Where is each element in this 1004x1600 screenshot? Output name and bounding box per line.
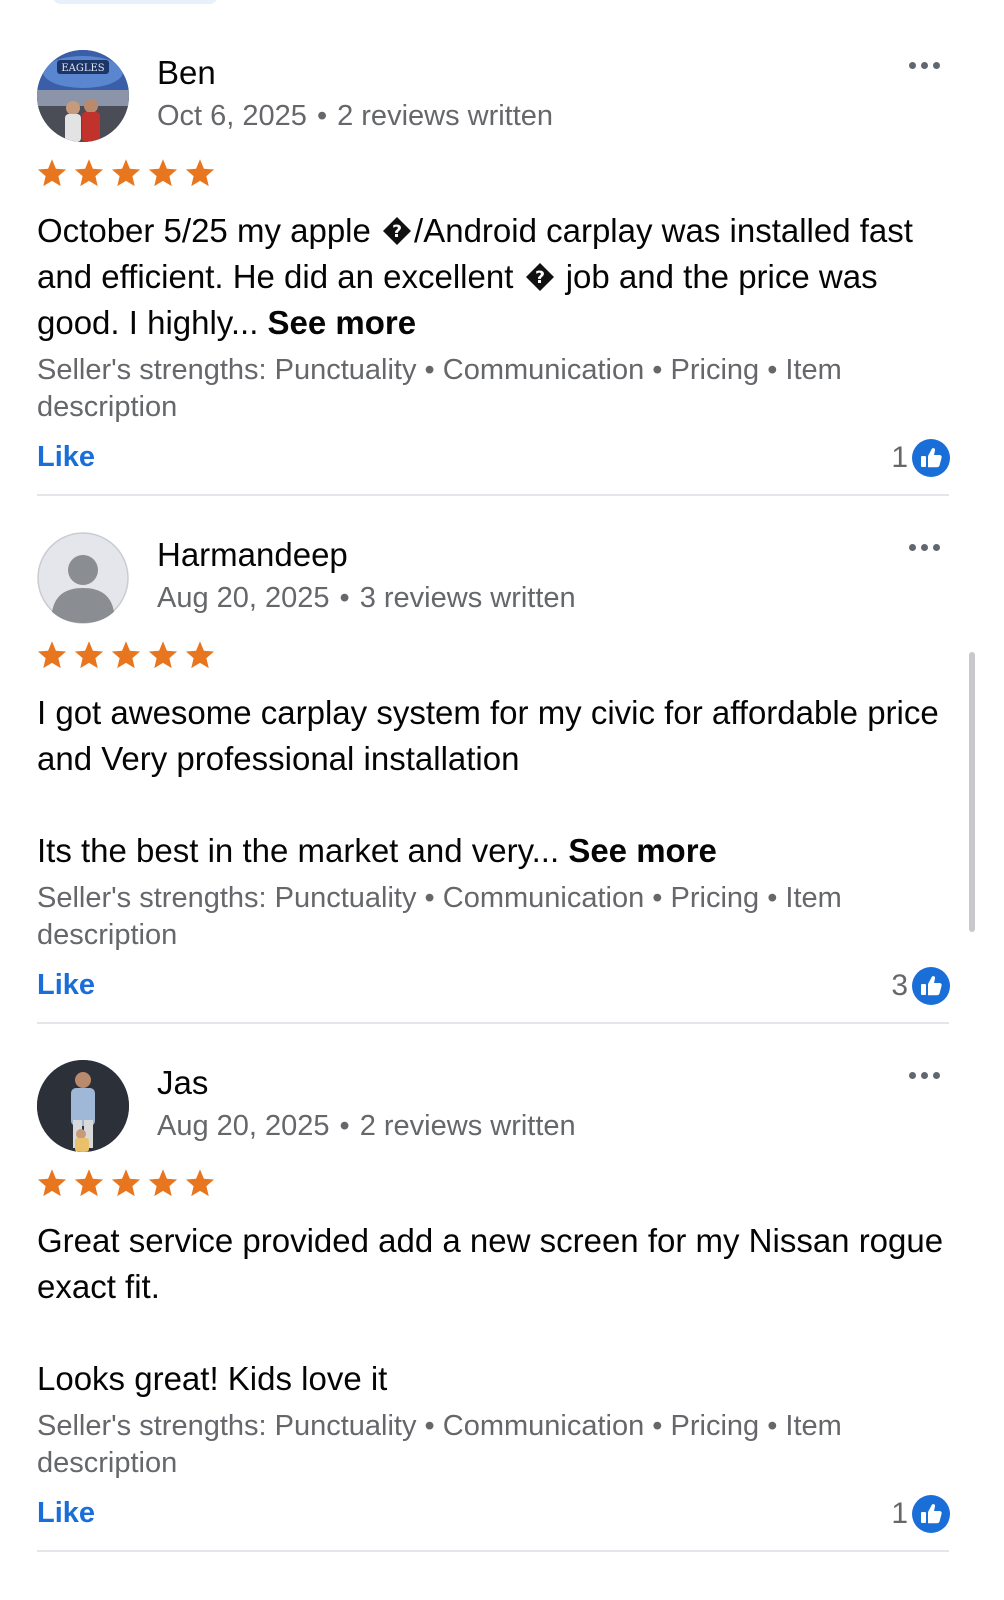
like-button[interactable]: Like — [37, 439, 95, 475]
like-count-number: 3 — [891, 969, 908, 1002]
review-date: Aug 20, 2025 — [157, 582, 330, 614]
svg-text:?: ? — [392, 222, 402, 242]
review-paragraph: Looks great! Kids love it — [37, 1360, 388, 1397]
star-rating — [36, 158, 216, 188]
meta-separator: • — [316, 100, 328, 132]
reviewer-name[interactable]: Jas — [157, 1063, 208, 1103]
star-icon — [111, 159, 141, 187]
meta-separator: • — [339, 582, 350, 614]
like-button[interactable]: Like — [37, 967, 95, 1003]
more-options-button[interactable] — [900, 52, 948, 78]
star-icon — [148, 1169, 178, 1197]
review-text: I got awesome carplay system for my civi… — [37, 690, 957, 874]
star-icon — [37, 159, 67, 187]
seller-strengths: Seller's strengths: Punctuality • Commun… — [37, 354, 842, 423]
review-paragraph: I got awesome carplay system for my civi… — [37, 694, 939, 777]
star-icon — [185, 641, 215, 669]
like-count[interactable]: 3 — [870, 966, 950, 1006]
review-meta: Aug 20, 2025 • 2 reviews written — [157, 1108, 576, 1144]
more-options-button[interactable] — [900, 534, 948, 560]
like-count-number: 1 — [891, 441, 908, 474]
star-rating — [36, 1168, 216, 1198]
seller-strengths: Seller's strengths: Punctuality • Commun… — [37, 882, 842, 951]
like-button[interactable]: Like — [37, 1495, 95, 1531]
review-date: Oct 6, 2025 — [157, 100, 307, 132]
reviewer-name[interactable]: Ben — [157, 53, 216, 93]
thumbs-up-icon — [912, 439, 950, 477]
review-meta: Oct 6, 2025 • 2 reviews written — [157, 98, 553, 134]
star-icon — [111, 641, 141, 669]
review-text: October 5/25 my apple ?/Android carplay … — [37, 212, 913, 341]
star-icon — [148, 159, 178, 187]
see-more-link[interactable]: See more — [568, 832, 717, 869]
scrollbar[interactable] — [969, 652, 975, 932]
avatar[interactable] — [37, 532, 129, 624]
star-icon — [37, 1169, 67, 1197]
svg-text:?: ? — [535, 268, 545, 288]
more-options-icon — [908, 1071, 916, 1079]
meta-separator: • — [339, 1110, 350, 1142]
replacement-character-glyph: ? — [383, 217, 412, 245]
replacement-character-glyph: ? — [525, 263, 554, 291]
svg-text:EAGLES: EAGLES — [61, 63, 104, 74]
divider — [37, 1550, 949, 1552]
star-icon — [37, 641, 67, 669]
star-icon — [74, 159, 104, 187]
top-tab-indicator — [52, 0, 218, 4]
star-icon — [148, 641, 178, 669]
like-count-number: 1 — [891, 1497, 908, 1530]
review-text: Great service provided add a new screen … — [37, 1218, 957, 1402]
see-more-link[interactable]: See more — [268, 304, 417, 341]
reviews-page: EAGLES Ben Oct 6, 2025 • 2 reviews written… — [0, 0, 1004, 1600]
divider — [37, 1022, 949, 1024]
seller-strengths: Seller's strengths: Punctuality • Commun… — [37, 1410, 842, 1479]
avatar[interactable]: EAGLES — [37, 50, 129, 142]
more-options-button[interactable] — [900, 1062, 948, 1088]
star-icon — [74, 1169, 104, 1197]
reviews-written: 2 reviews written — [337, 100, 554, 132]
star-icon — [111, 1169, 141, 1197]
avatar[interactable] — [37, 1060, 129, 1152]
review-meta: Aug 20, 2025 • 3 reviews written — [157, 580, 576, 616]
thumbs-up-icon — [912, 967, 950, 1005]
review-paragraph: Great service provided add a new screen … — [37, 1222, 944, 1305]
divider — [37, 494, 949, 496]
review-date: Aug 20, 2025 — [157, 1110, 330, 1142]
reviews-written: 3 reviews written — [359, 582, 576, 614]
like-count[interactable]: 1 — [870, 1494, 950, 1534]
thumbs-up-icon — [912, 1495, 950, 1533]
star-rating — [36, 640, 216, 670]
more-options-icon — [908, 61, 916, 69]
reviews-written: 2 reviews written — [359, 1110, 576, 1142]
star-icon — [185, 159, 215, 187]
star-icon — [74, 641, 104, 669]
reviewer-name[interactable]: Harmandeep — [157, 535, 348, 575]
more-options-icon — [908, 543, 916, 551]
star-icon — [185, 1169, 215, 1197]
review-paragraph: Its the best in the market and very... S… — [37, 832, 717, 869]
like-count[interactable]: 1 — [870, 438, 950, 478]
